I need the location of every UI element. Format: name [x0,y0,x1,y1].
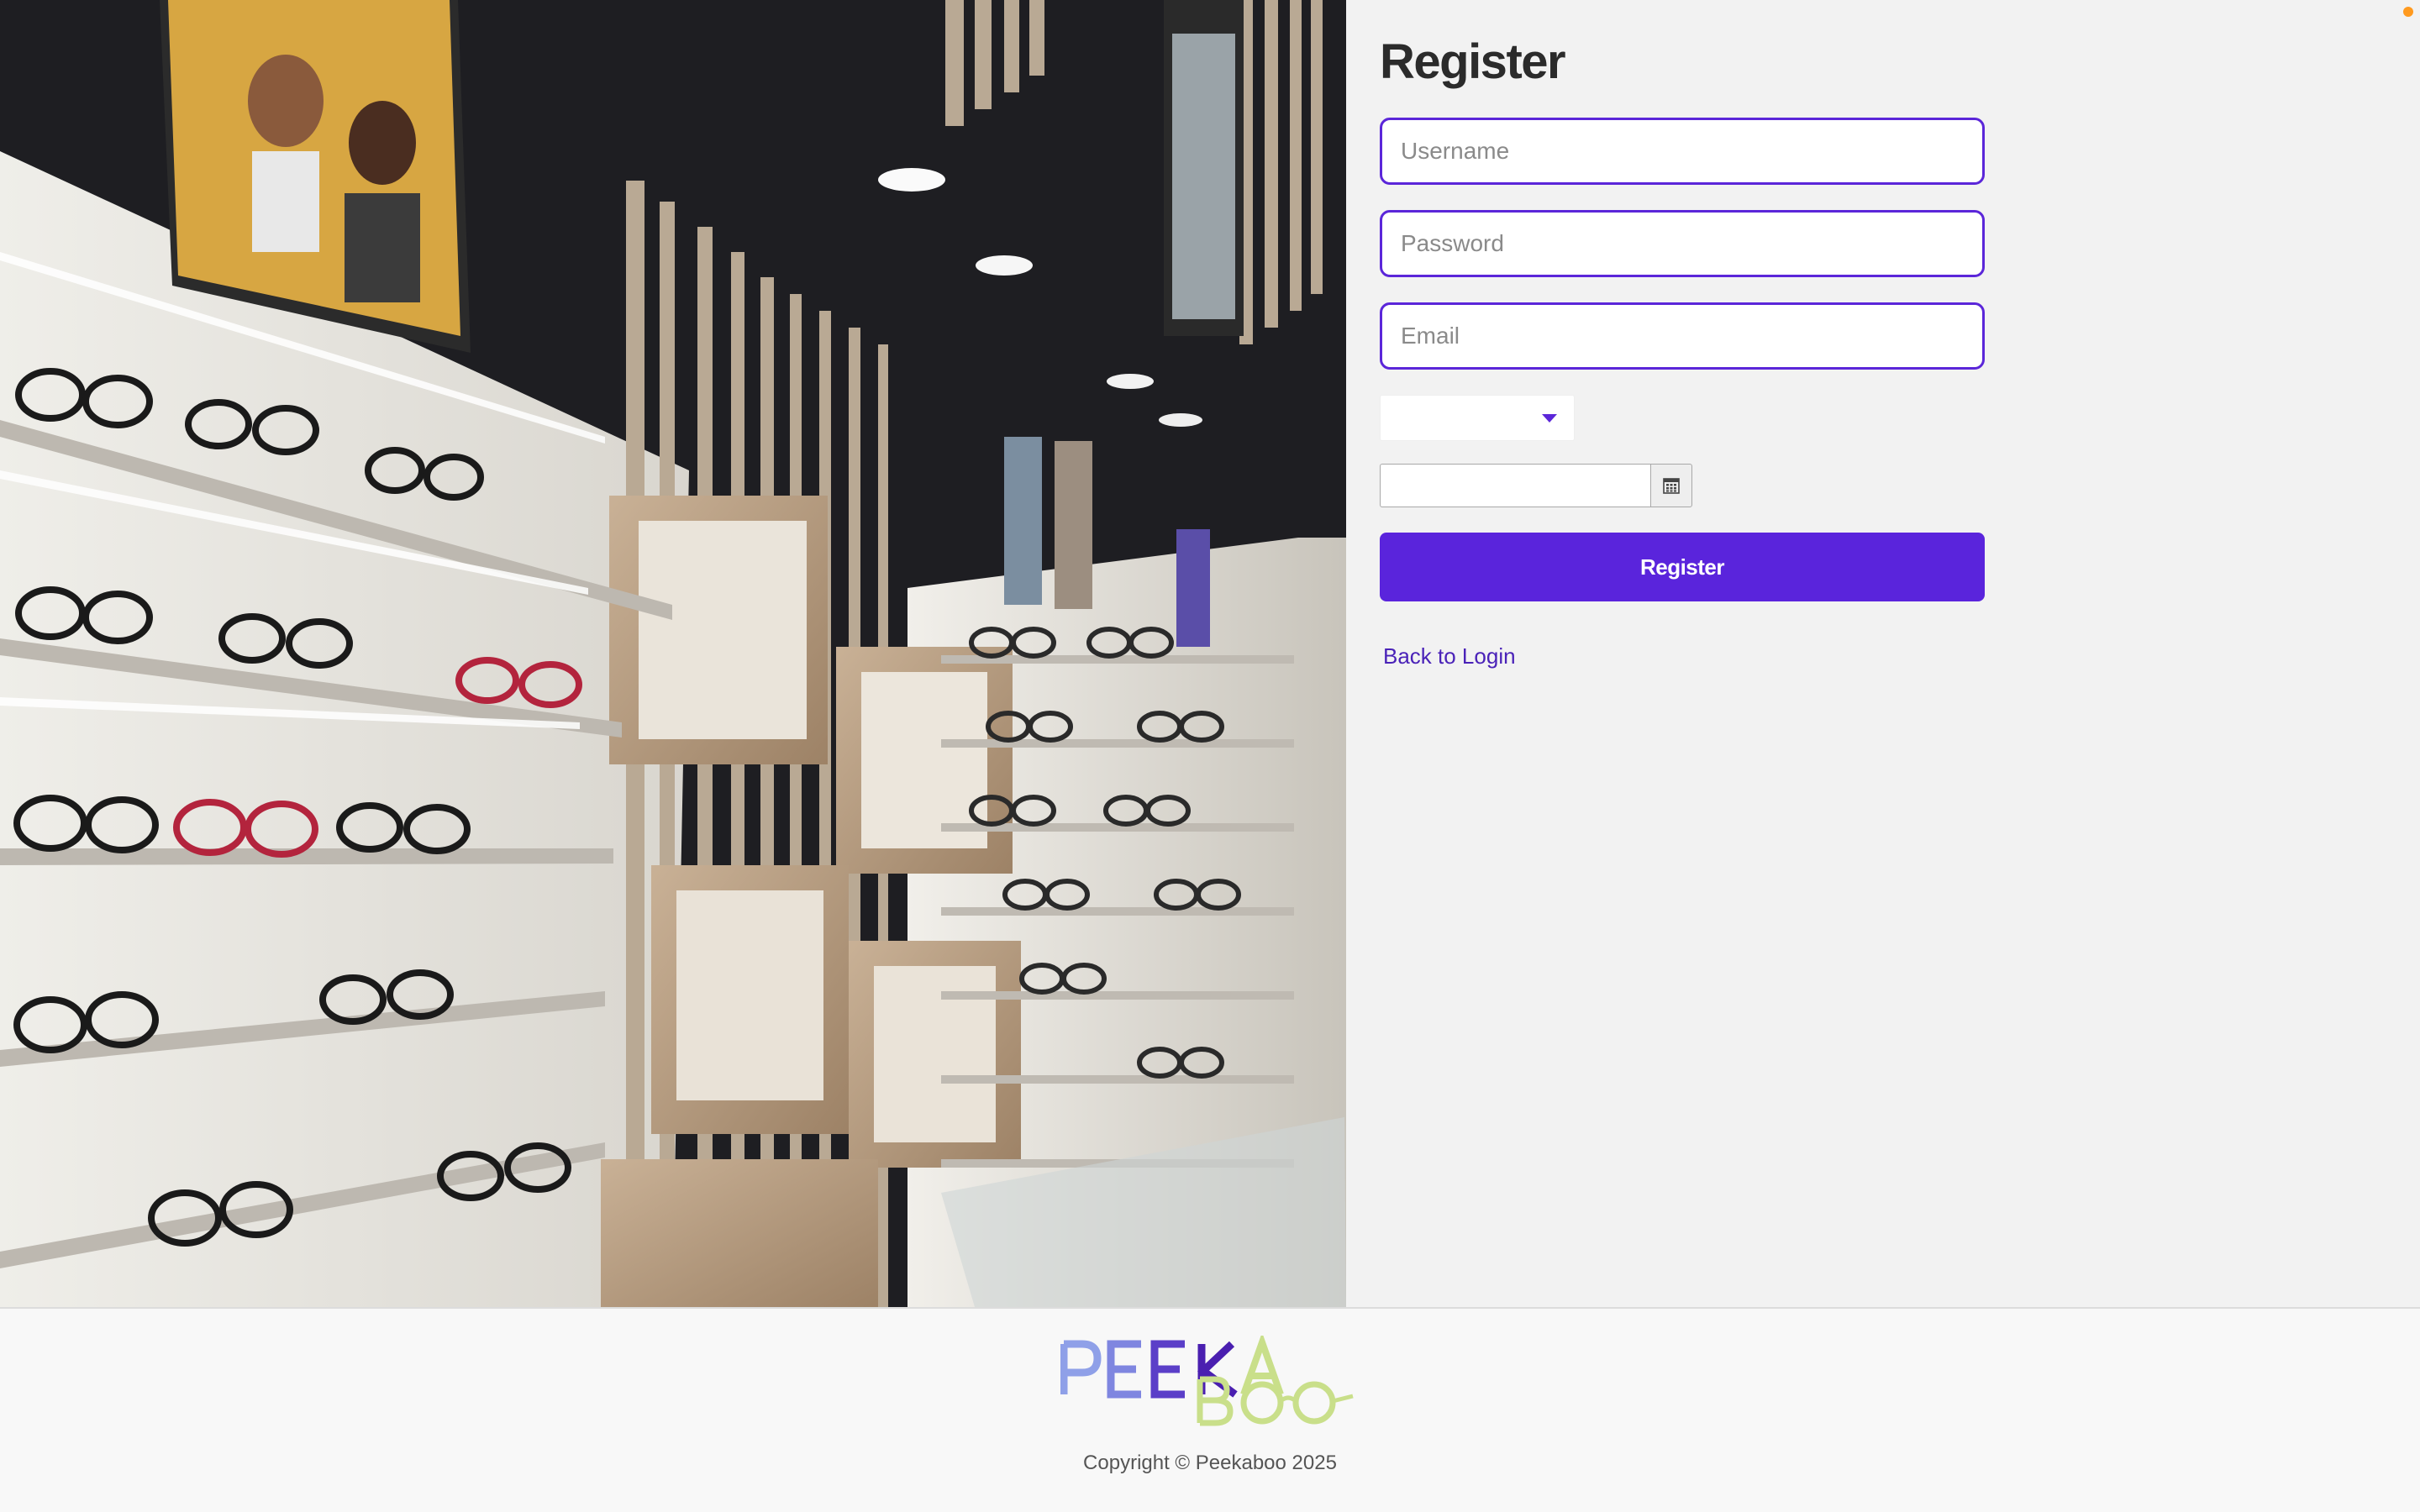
dropdown-select[interactable] [1380,395,1575,441]
footer: Copyright © Peekaboo 2025 [0,1309,2420,1512]
date-picker-button[interactable] [1650,464,1692,507]
main-section: Register Username Email Register Back to… [0,0,2420,1309]
chevron-down-icon [1542,414,1557,423]
register-form-panel: Register Username Email Register Back to… [1346,0,2420,1307]
eyewear-store-photo [0,0,1346,1307]
register-button[interactable]: Register [1380,533,1985,601]
back-to-login-link[interactable]: Back to Login [1383,643,1516,669]
email-input[interactable] [1380,302,1985,370]
date-input[interactable] [1380,464,1650,507]
page-title: Register [1380,34,1566,89]
date-picker [1380,464,1692,507]
copyright-text: Copyright © Peekaboo 2025 [1083,1452,1337,1474]
peekaboo-logo [1060,1336,1363,1428]
peekaboo-logo-graphic [1060,1336,1354,1426]
password-input[interactable] [1380,210,1985,277]
register-page: Register Username Email Register Back to… [0,0,2420,1512]
username-input[interactable] [1380,118,1985,185]
notification-dot [2403,7,2413,17]
store-photo-illustration [0,0,1346,1307]
calendar-icon [1663,478,1680,494]
